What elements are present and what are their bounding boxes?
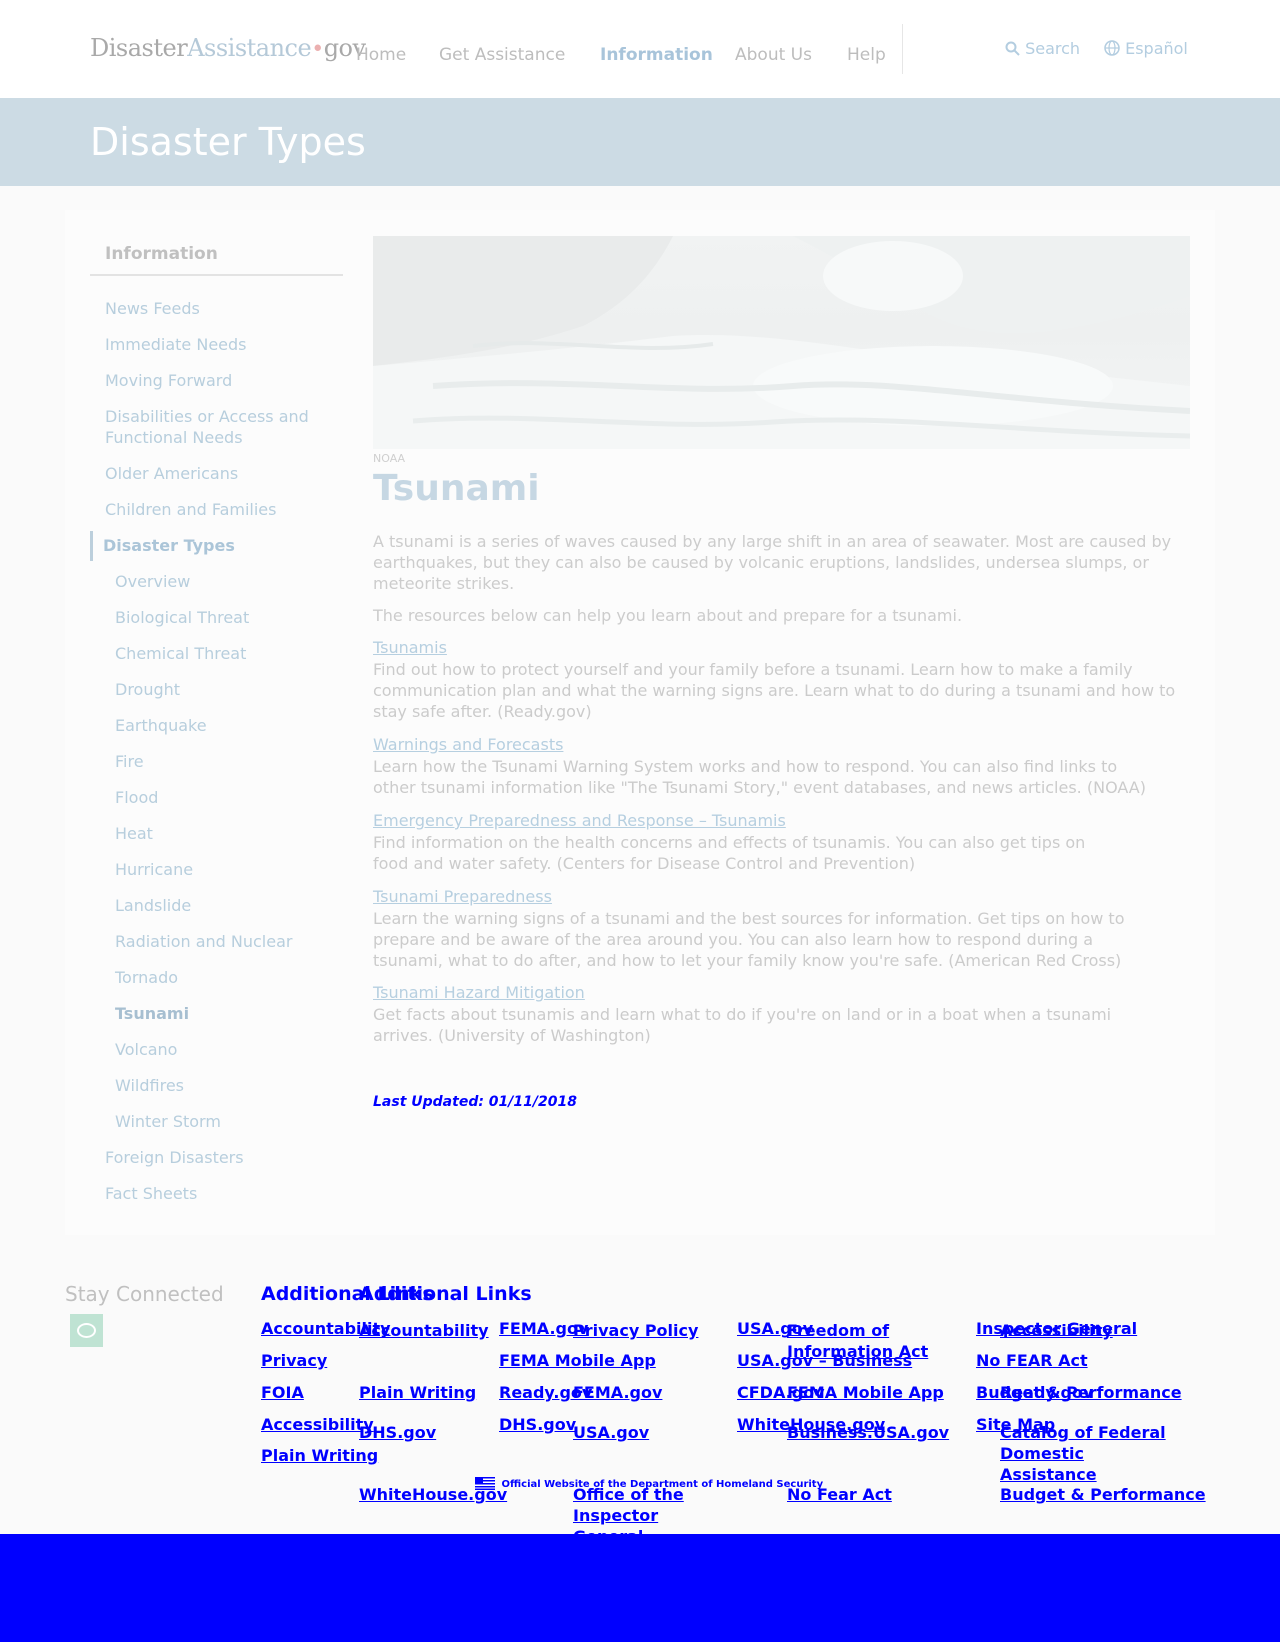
logo-dot: • <box>311 37 324 62</box>
language-link[interactable]: Español <box>1104 39 1188 58</box>
resource-desc-cdc-tsunamis: Find information on the health concerns … <box>373 833 1086 873</box>
sidebar-subitem-landslide[interactable]: Landslide <box>115 895 191 916</box>
sidebar-divider <box>90 274 343 276</box>
sidebar-item-moving-forward[interactable]: Moving Forward <box>105 370 335 391</box>
sidebar-item-news-feeds[interactable]: News Feeds <box>105 298 335 319</box>
sidebar-heading: Information <box>105 244 218 264</box>
sidebar-item-fact-sheets[interactable]: Fact Sheets <box>105 1183 335 1204</box>
sidebar-active-indicator <box>90 531 93 561</box>
official-website-text: Official Website of the Department of Ho… <box>501 1479 824 1490</box>
footer-link-accessibility-alt[interactable]: Accessibility <box>1000 1320 1113 1341</box>
sidebar-item-older-americans[interactable]: Older Americans <box>105 463 335 484</box>
search-icon <box>1005 39 1020 58</box>
page-banner: Disaster Types <box>0 98 1280 186</box>
footer-link-no-fear-act[interactable]: No FEAR Act <box>976 1350 1088 1371</box>
resource-desc-warnings-forecasts: Learn how the Tsunami Warning System wor… <box>373 757 1146 797</box>
resource-desc-hazard-mitigation: Get facts about tsunamis and learn what … <box>373 1005 1112 1045</box>
sidebar-subitem-overview[interactable]: Overview <box>115 571 190 592</box>
us-flag-icon <box>475 1477 498 1490</box>
nav-about-us[interactable]: About Us <box>735 45 812 65</box>
sidebar-item-foreign-disasters[interactable]: Foreign Disasters <box>105 1147 335 1168</box>
last-updated: Last Updated: 01/11/2018 <box>373 1094 577 1110</box>
footer-link-dhs-gov-alt[interactable]: DHS.gov <box>359 1422 436 1443</box>
footer-link-business-usa-gov[interactable]: Business.USA.gov <box>787 1422 949 1443</box>
footer-link-fema-gov-alt[interactable]: FEMA.gov <box>573 1382 662 1403</box>
footer-link-accountability-alt[interactable]: Accountability <box>359 1320 489 1341</box>
footer-link-fema-mobile-app[interactable]: FEMA Mobile App <box>499 1350 656 1371</box>
stay-connected-heading: Stay Connected <box>65 1282 224 1306</box>
site-header: DisasterAssistance•gov Home Get Assistan… <box>0 0 1280 98</box>
sidebar-item-disaster-types[interactable]: Disaster Types <box>103 535 333 556</box>
sidebar-subitem-drought[interactable]: Drought <box>115 679 180 700</box>
footer-link-ready-gov-alt[interactable]: Ready.gov <box>1000 1382 1093 1403</box>
language-label: Español <box>1125 39 1188 58</box>
nav-information[interactable]: Information <box>600 45 713 65</box>
sidebar-subitem-hurricane[interactable]: Hurricane <box>115 859 193 880</box>
hero-image-tsunami-waves <box>373 236 1190 449</box>
sidebar-subitem-tsunami[interactable]: Tsunami <box>115 1003 189 1024</box>
footer-heading-additional-links-b: Additional Links <box>359 1283 532 1305</box>
footer-link-plain-writing[interactable]: Plain Writing <box>261 1445 378 1466</box>
page-title: Disaster Types <box>90 120 366 164</box>
sidebar-subitem-biological-threat[interactable]: Biological Threat <box>115 607 249 628</box>
logo-text-disaster: Disaster <box>90 34 188 62</box>
image-credit: NOAA <box>373 452 406 465</box>
resource-link-warnings-forecasts[interactable]: Warnings and Forecasts <box>373 735 563 754</box>
footer-link-usa-gov-alt[interactable]: USA.gov <box>573 1422 649 1443</box>
resource-desc-tsunami-preparedness: Learn the warning signs of a tsunami and… <box>373 909 1125 970</box>
social-media-icon[interactable] <box>70 1314 103 1347</box>
sidebar-subitem-wildfires[interactable]: Wildfires <box>115 1075 184 1096</box>
intro-paragraph: A tsunami is a series of waves caused by… <box>373 532 1172 593</box>
official-website-notice: Official Website of the Department of Ho… <box>475 1477 823 1490</box>
sidebar-subitem-volcano[interactable]: Volcano <box>115 1039 177 1060</box>
footer-link-foia-act[interactable]: Freedom of Information Act <box>787 1320 932 1362</box>
nav-help[interactable]: Help <box>847 45 886 65</box>
sidebar-subitem-winter-storm[interactable]: Winter Storm <box>115 1111 221 1132</box>
resource-link-cdc-tsunamis[interactable]: Emergency Preparedness and Response – Ts… <box>373 811 786 830</box>
footer-link-privacy-policy[interactable]: Privacy Policy <box>573 1320 698 1341</box>
search-link[interactable]: Search <box>1005 39 1080 58</box>
sidebar-item-children-families[interactable]: Children and Families <box>105 499 335 520</box>
footer-bottom-band <box>0 1534 1280 1642</box>
resource-desc-tsunamis: Find out how to protect yourself and you… <box>373 660 1176 721</box>
article-title: Tsunami <box>373 468 540 509</box>
sidebar-subitem-flood[interactable]: Flood <box>115 787 158 808</box>
sidebar-item-immediate-needs[interactable]: Immediate Needs <box>105 334 335 355</box>
footer-link-dhs-gov[interactable]: DHS.gov <box>499 1414 576 1435</box>
sidebar-item-disabilities[interactable]: Disabilities or Access and Functional Ne… <box>105 406 335 448</box>
site-logo[interactable]: DisasterAssistance•gov <box>90 34 366 62</box>
nav-get-assistance[interactable]: Get Assistance <box>439 45 565 65</box>
sidebar-subitem-fire[interactable]: Fire <box>115 751 144 772</box>
resource-link-tsunami-preparedness[interactable]: Tsunami Preparedness <box>373 887 552 906</box>
lead-paragraph: The resources below can help you learn a… <box>373 606 963 625</box>
sidebar-subitem-heat[interactable]: Heat <box>115 823 153 844</box>
footer-link-plain-writing-alt[interactable]: Plain Writing <box>359 1382 476 1403</box>
footer-link-foia[interactable]: FOIA <box>261 1382 304 1403</box>
footer-link-accessibility[interactable]: Accessibility <box>261 1414 374 1435</box>
sidebar-subitem-chemical-threat[interactable]: Chemical Threat <box>115 643 246 664</box>
nav-divider <box>902 24 903 74</box>
footer-link-fema-mobile-app-alt[interactable]: FEMA Mobile App <box>787 1382 944 1403</box>
sidebar-subitem-earthquake[interactable]: Earthquake <box>115 715 207 736</box>
globe-icon <box>1104 39 1120 58</box>
footer-link-catalog-federal-assistance[interactable]: Catalog of Federal Domestic Assistance <box>1000 1422 1185 1485</box>
footer-link-budget-performance-alt[interactable]: Budget & Performance <box>1000 1484 1206 1505</box>
sidebar-subitem-tornado[interactable]: Tornado <box>115 967 178 988</box>
footer-link-privacy[interactable]: Privacy <box>261 1350 327 1371</box>
resource-link-hazard-mitigation[interactable]: Tsunami Hazard Mitigation <box>373 983 585 1002</box>
nav-home[interactable]: Home <box>356 45 406 65</box>
resource-link-tsunamis[interactable]: Tsunamis <box>373 638 447 657</box>
search-label: Search <box>1025 39 1081 58</box>
chat-bubble-icon <box>77 1323 96 1338</box>
logo-text-assistance: Assistance <box>187 34 312 62</box>
sidebar-subitem-radiation-nuclear[interactable]: Radiation and Nuclear <box>115 931 292 952</box>
